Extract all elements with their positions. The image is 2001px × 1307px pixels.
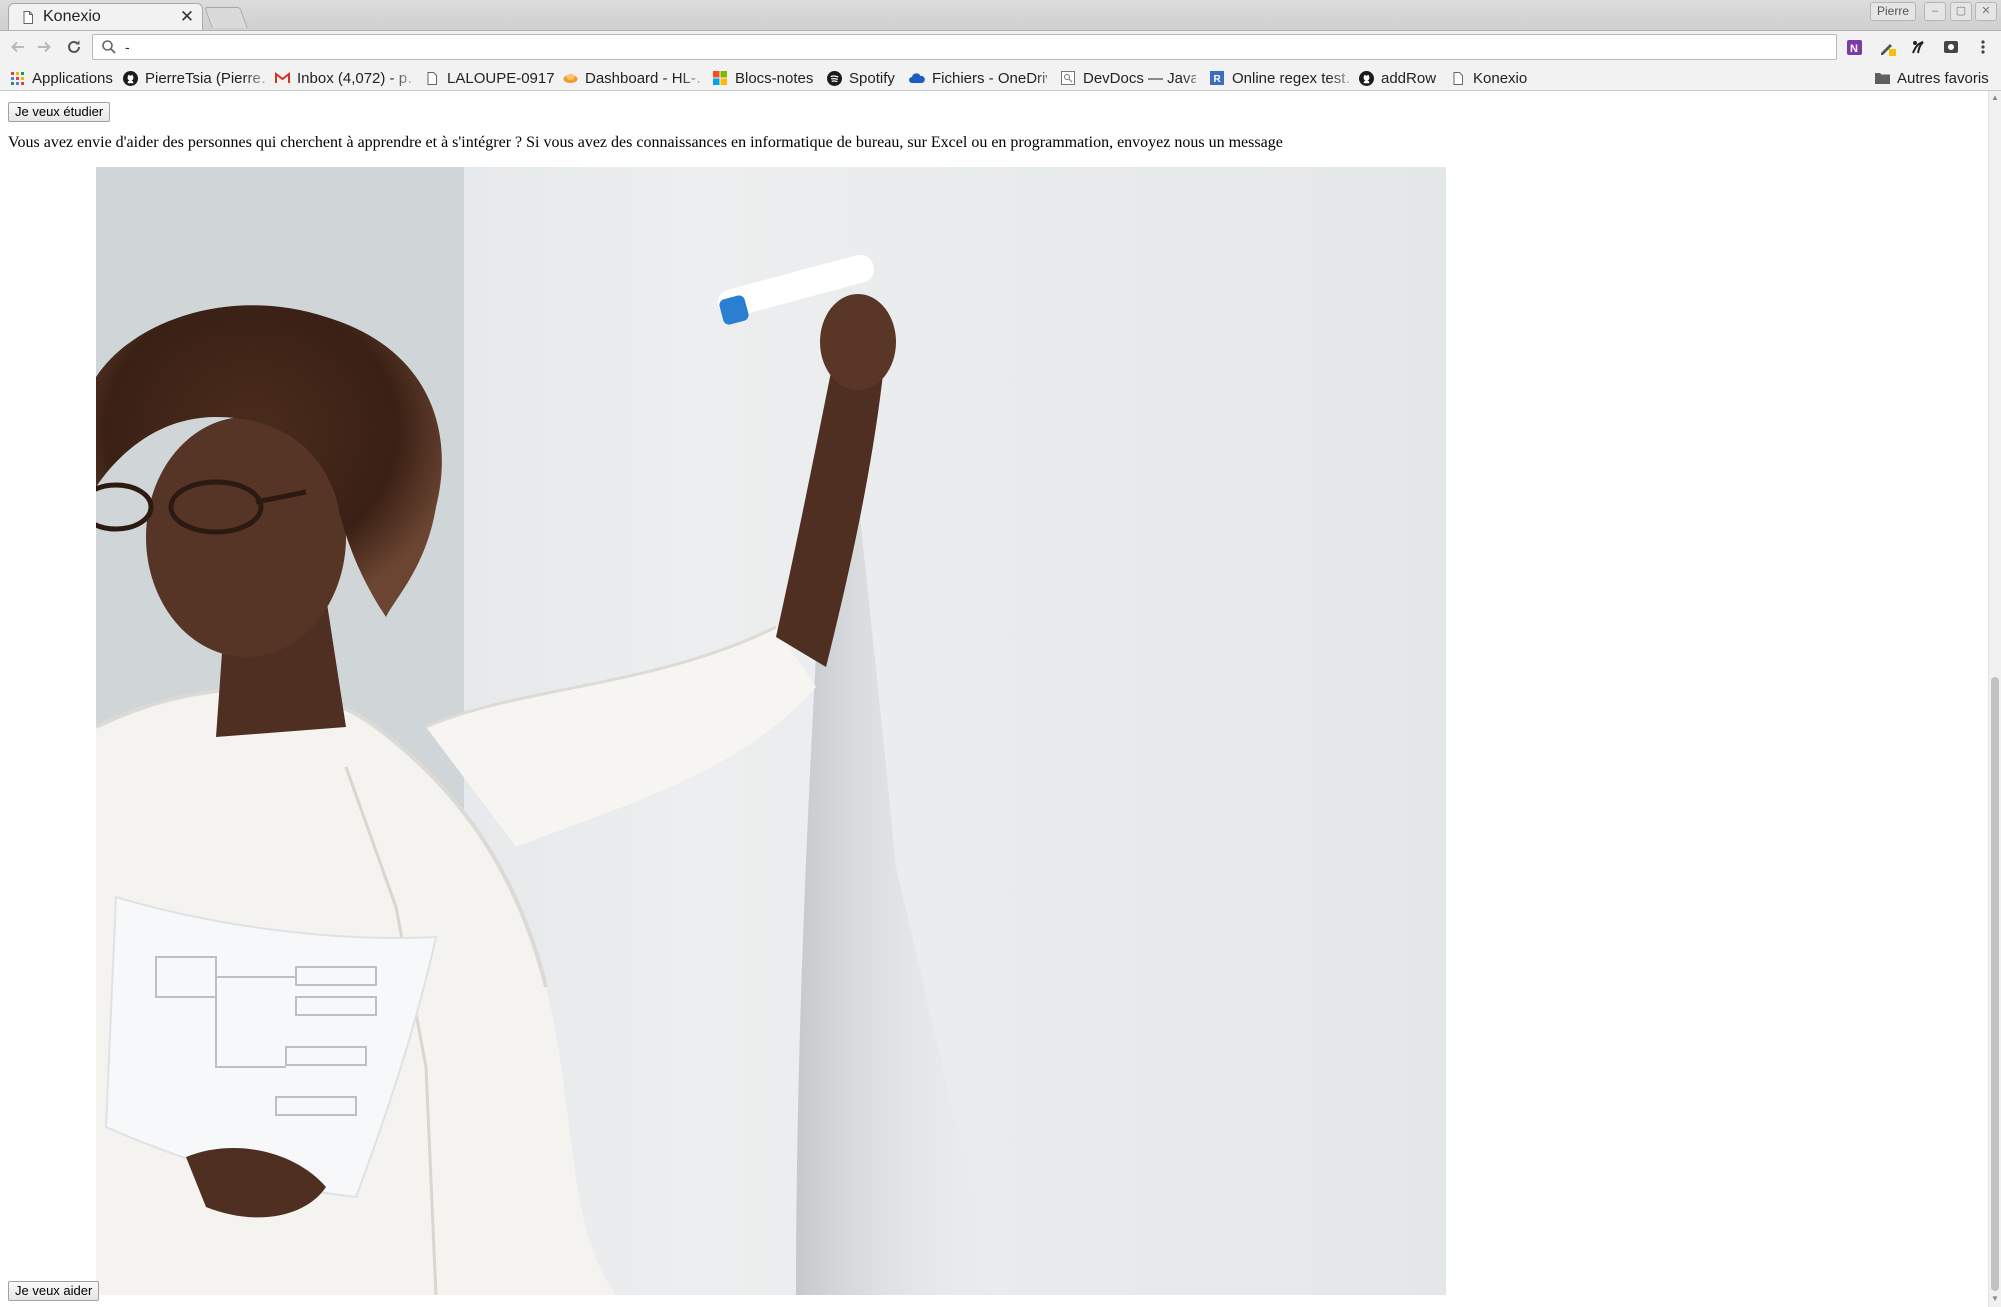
address-input[interactable] xyxy=(123,38,1836,56)
bookmark-spotify[interactable]: Spotify xyxy=(826,68,895,88)
microsoft-icon xyxy=(712,70,728,86)
back-button[interactable] xyxy=(6,35,30,59)
scroll-down-arrow-icon[interactable]: ▼ xyxy=(1991,1294,1999,1304)
bookmark-onedrive[interactable]: Fichiers - OneDriv… xyxy=(909,68,1047,88)
tab-close-icon[interactable]: ✕ xyxy=(178,7,196,27)
bookmarks-bar: Applications PierreTsia (Pierre… Inbox (… xyxy=(0,64,2001,91)
spotify-icon xyxy=(826,70,842,86)
onenote-extension-icon[interactable]: N xyxy=(1843,36,1865,58)
bookmark-label: Konexio xyxy=(1473,69,1528,87)
bookmark-label: PierreTsia (Pierre… xyxy=(145,69,265,87)
regex-icon: R xyxy=(1209,70,1225,86)
bookmark-dashboard[interactable]: Dashboard - HL-… xyxy=(562,68,702,88)
page-viewport: Je veux étudier Vous avez envie d'aider … xyxy=(0,91,1988,1307)
forward-button[interactable] xyxy=(32,35,56,59)
study-button[interactable]: Je veux étudier xyxy=(8,102,111,122)
devdocs-icon xyxy=(1060,70,1076,86)
minimize-button[interactable]: – xyxy=(1924,2,1946,21)
teacher-photo xyxy=(96,167,1446,1295)
github-icon xyxy=(122,70,138,86)
reload-icon xyxy=(68,40,80,53)
onedrive-icon xyxy=(909,70,925,86)
bookmark-addrow[interactable]: addRow xyxy=(1358,68,1436,88)
lock-extension-icon[interactable] xyxy=(1940,36,1962,58)
apps-grid-icon xyxy=(9,70,25,86)
restore-button[interactable]: ▢ xyxy=(1950,2,1972,21)
bookmark-inbox[interactable]: Inbox (4,072) - p… xyxy=(274,68,411,88)
new-tab-button[interactable] xyxy=(204,7,248,28)
forward-arrow-icon xyxy=(38,41,51,53)
svg-text:R: R xyxy=(1214,74,1222,85)
teacher-at-whiteboard-photo-icon xyxy=(96,167,1446,1295)
bookmark-devdocs[interactable]: DevDocs — Java… xyxy=(1060,68,1196,88)
bookmark-label: Dashboard - HL-… xyxy=(585,69,702,87)
bookmark-label: Applications xyxy=(32,69,113,87)
bookmark-applications[interactable]: Applications xyxy=(9,68,113,88)
vertical-scrollbar[interactable]: ▲ ▼ xyxy=(1988,91,2001,1307)
page-icon xyxy=(1450,70,1466,86)
bookmark-label: LALOUPE-0917 xyxy=(447,69,555,87)
tab-strip: Konexio ✕ Pierre – ▢ ✕ xyxy=(0,0,2001,30)
search-icon xyxy=(102,40,116,54)
address-bar[interactable] xyxy=(92,34,1837,60)
browser-toolbar: N xyxy=(0,30,2001,64)
scroll-up-arrow-icon[interactable]: ▲ xyxy=(1991,93,1999,103)
menu-kebab-icon[interactable] xyxy=(1972,36,1994,58)
reload-button[interactable] xyxy=(62,35,86,59)
gmail-icon xyxy=(274,70,290,86)
github-icon xyxy=(1358,70,1374,86)
help-button[interactable]: Je veux aider xyxy=(8,1281,100,1301)
bookmark-konexio[interactable]: Konexio xyxy=(1450,68,1527,88)
close-window-button[interactable]: ✕ xyxy=(1975,2,1997,21)
color-picker-extension-icon[interactable] xyxy=(1876,36,1898,58)
extension-icon[interactable] xyxy=(1907,36,1929,58)
bookmark-label: Online regex test… xyxy=(1232,69,1349,87)
back-arrow-icon xyxy=(11,41,24,53)
other-bookmarks-folder[interactable]: Autres favoris xyxy=(1874,68,1989,88)
bookmark-label: Autres favoris xyxy=(1897,69,1989,87)
dashboard-icon xyxy=(562,70,578,86)
bookmark-laloupe[interactable]: LALOUPE-0917 xyxy=(424,68,555,88)
bookmark-label: Inbox (4,072) - p… xyxy=(297,69,411,87)
tab-title: Konexio xyxy=(43,8,101,25)
scrollbar-thumb[interactable] xyxy=(1991,677,1999,1291)
bookmark-label: Fichiers - OneDriv… xyxy=(932,69,1047,87)
bookmark-label: DevDocs — Java… xyxy=(1083,69,1196,87)
page-icon xyxy=(424,70,440,86)
svg-text:N: N xyxy=(1850,43,1858,55)
profile-button[interactable]: Pierre xyxy=(1870,2,1916,21)
bookmark-regex[interactable]: R Online regex test… xyxy=(1209,68,1349,88)
intro-paragraph: Vous avez envie d'aider des personnes qu… xyxy=(8,134,1283,151)
tab-konexio[interactable]: Konexio ✕ xyxy=(8,3,203,30)
bookmark-blocs-notes[interactable]: Blocs-notes xyxy=(712,68,813,88)
bookmark-label: Blocs-notes xyxy=(735,69,814,87)
page-icon xyxy=(23,10,33,24)
bookmark-label: addRow xyxy=(1381,69,1437,87)
bookmark-pierretsia[interactable]: PierreTsia (Pierre… xyxy=(122,68,265,88)
folder-icon xyxy=(1874,70,1890,86)
bookmark-label: Spotify xyxy=(849,69,895,87)
